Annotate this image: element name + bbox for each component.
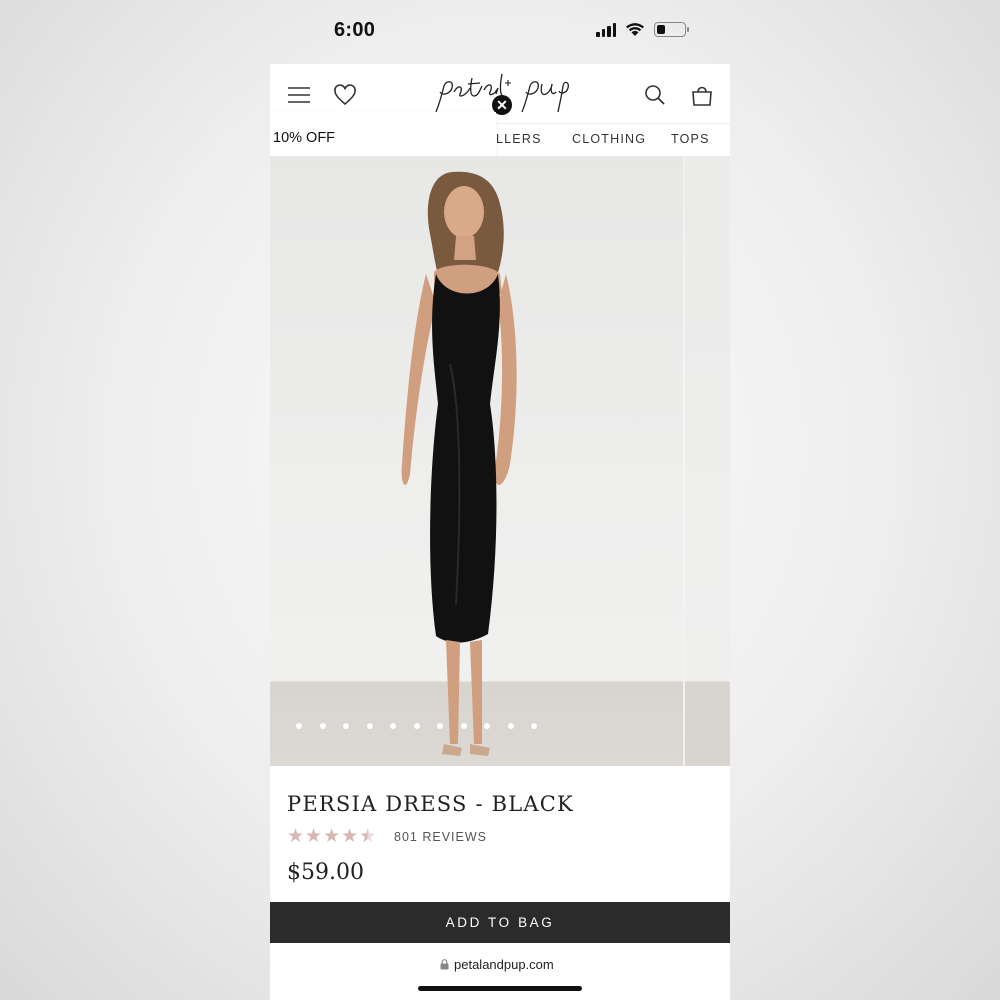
product-photo xyxy=(270,156,683,766)
nav-item-tops[interactable]: TOPS xyxy=(671,132,710,146)
rating-stars[interactable]: ★ ★ ★ ★ ★ xyxy=(287,827,376,847)
battery-level xyxy=(657,25,665,34)
lock-icon xyxy=(440,959,449,970)
carousel-dot[interactable] xyxy=(531,723,537,729)
carousel-dot[interactable] xyxy=(319,723,326,729)
carousel-dot[interactable] xyxy=(437,723,443,729)
carousel-dot[interactable] xyxy=(413,723,420,729)
star-icon: ★ xyxy=(323,826,341,847)
menu-icon[interactable] xyxy=(286,82,312,108)
star-icon: ★ xyxy=(305,826,323,847)
browser-address-bar[interactable]: petalandpup.com xyxy=(270,943,730,1000)
product-info: PERSIA DRESS - BLACK ★ ★ ★ ★ ★ 801 REVIE… xyxy=(270,766,730,902)
heart-icon[interactable] xyxy=(332,82,358,108)
product-price: $59.00 xyxy=(287,860,364,885)
review-count-link[interactable]: 801 REVIEWS xyxy=(394,830,487,844)
star-icon: ★ xyxy=(287,826,305,847)
bag-icon[interactable] xyxy=(689,82,715,108)
model-in-black-dress-image xyxy=(401,171,517,756)
cellular-signal-icon xyxy=(596,22,616,37)
carousel-dot[interactable] xyxy=(366,723,373,729)
half-star-icon: ★ xyxy=(359,826,377,847)
product-image-carousel[interactable] xyxy=(270,156,730,766)
battery-icon xyxy=(654,22,689,37)
url-text: petalandpup.com xyxy=(454,957,554,972)
status-bar: 6:00 xyxy=(270,0,730,64)
phone-screen: 6:00 ✕ LLERS CLOTHING TOPS 10% OFF PERSI… xyxy=(270,0,730,1000)
nav-item-bestsellers[interactable]: LLERS xyxy=(496,132,542,146)
status-icons xyxy=(596,22,689,37)
home-indicator[interactable] xyxy=(418,986,582,991)
carousel-dot[interactable] xyxy=(460,723,467,729)
discount-label: 10% OFF xyxy=(273,130,336,146)
wifi-icon xyxy=(626,23,644,36)
carousel-dot[interactable] xyxy=(390,723,396,729)
carousel-dot[interactable] xyxy=(343,723,349,729)
next-product-photo-peek[interactable] xyxy=(685,156,730,766)
status-time: 6:00 xyxy=(334,19,376,41)
carousel-dot[interactable] xyxy=(484,723,490,729)
star-icon: ★ xyxy=(341,826,359,847)
carousel-dot[interactable] xyxy=(296,723,302,729)
carousel-dot[interactable] xyxy=(507,723,514,729)
carousel-dots xyxy=(296,723,537,729)
search-icon[interactable] xyxy=(642,82,668,108)
address-display[interactable]: petalandpup.com xyxy=(440,957,554,972)
add-to-bag-button[interactable]: ADD TO BAG xyxy=(270,902,730,943)
nav-item-clothing[interactable]: CLOTHING xyxy=(572,132,646,146)
product-title: PERSIA DRESS - BLACK xyxy=(287,792,574,816)
